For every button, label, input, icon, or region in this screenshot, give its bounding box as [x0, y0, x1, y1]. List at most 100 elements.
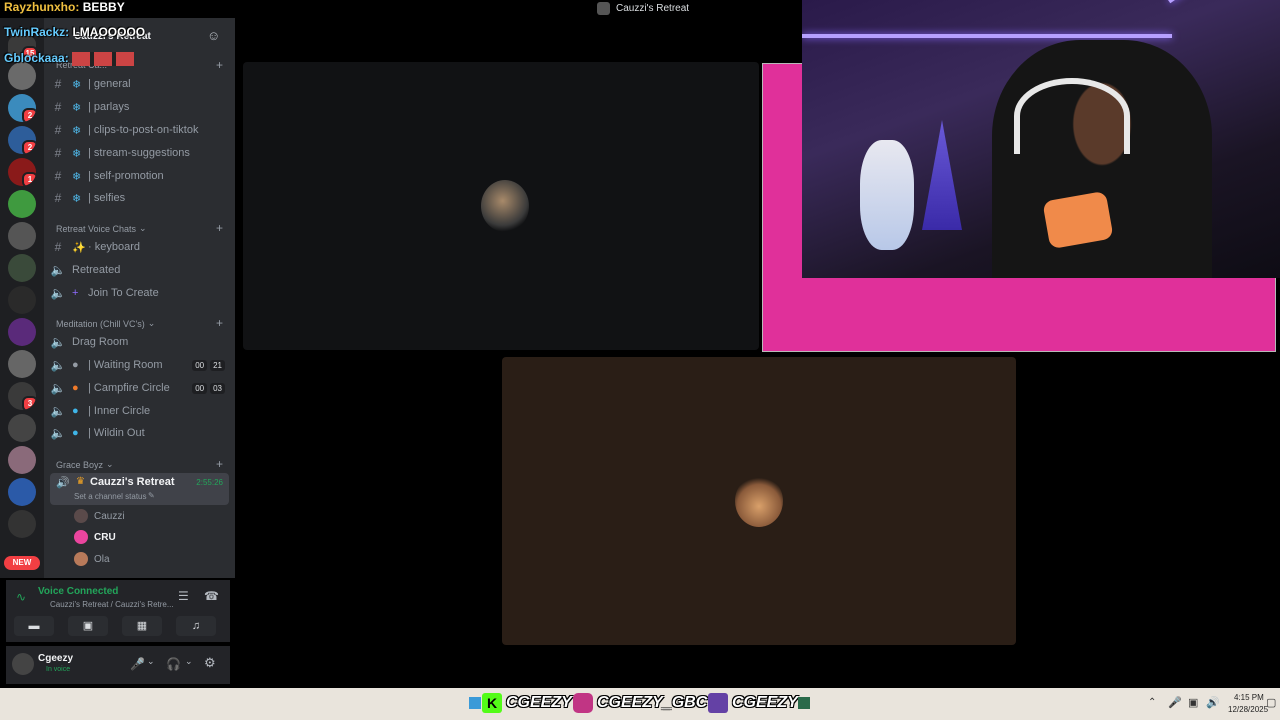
chevron-down-icon: ⌄ — [139, 223, 147, 233]
webcam-feed — [802, 0, 1280, 278]
server-icon-13[interactable] — [8, 446, 36, 474]
category-grace-boyz[interactable]: Grace Boyz ⌄ — [56, 459, 114, 470]
video-tile[interactable] — [502, 357, 1016, 645]
category-meditation[interactable]: Meditation (Chill VC's) ⌄ — [56, 318, 155, 329]
channel-drag-room[interactable]: 🔈 Drag Room — [50, 332, 225, 352]
avatar — [735, 475, 783, 527]
settings-icon[interactable]: ⚙ — [204, 655, 216, 671]
app-icon[interactable] — [798, 697, 810, 709]
channel-keyboard[interactable]: # ✨ · keyboard — [50, 237, 225, 257]
noise-suppression-icon[interactable]: ☰ — [178, 589, 189, 603]
video-tile[interactable] — [243, 62, 759, 350]
channel-general[interactable]: # ❄ | general — [50, 74, 225, 94]
network-icon[interactable]: ▣ — [1188, 696, 1198, 709]
chevron-down-icon[interactable]: ⌄ — [185, 656, 193, 667]
camera-off-button[interactable]: ▬ — [14, 616, 54, 636]
channel-campfire-circle[interactable]: 🔈 ● | Campfire Circle 00 03 — [50, 378, 225, 398]
server-icon-14[interactable] — [8, 478, 36, 506]
server-icon-15[interactable] — [8, 510, 36, 538]
server-icon-11[interactable]: 3 — [8, 382, 36, 410]
kick-icon[interactable]: K — [482, 693, 502, 713]
add-channel-icon[interactable]: + — [216, 316, 223, 330]
server-icon-7[interactable] — [8, 254, 36, 282]
server-icon-6[interactable] — [8, 222, 36, 250]
server-icon-5[interactable] — [8, 190, 36, 218]
channel-name: Retreated — [72, 264, 121, 276]
notification-icon[interactable]: ▢ — [1266, 696, 1276, 709]
add-channel-icon[interactable]: + — [216, 221, 223, 235]
server-icon-12[interactable] — [8, 414, 36, 442]
avatar — [74, 552, 88, 566]
server-icon-10[interactable] — [8, 350, 36, 378]
hash-icon: # — [54, 169, 62, 183]
social-handle: CGEEZY — [732, 694, 798, 711]
server-icon-8[interactable] — [8, 286, 36, 314]
server-icon-3[interactable]: 2 — [8, 126, 36, 154]
voice-member[interactable]: Cauzzi — [74, 506, 249, 526]
speaker-icon: 🔈 — [50, 335, 66, 349]
category-voice-chats[interactable]: Retreat Voice Chats ⌄ — [56, 223, 147, 234]
channel-emoji-icon: ❄ — [72, 102, 82, 114]
microphone-icon[interactable]: 🎤 — [130, 657, 145, 671]
activities-button[interactable]: ▦ — [122, 616, 162, 636]
avatar[interactable] — [12, 653, 34, 675]
new-badge[interactable]: NEW — [4, 556, 40, 570]
unread-badge: 1 — [22, 172, 36, 186]
channel-status[interactable]: Set a channel status — [74, 492, 147, 501]
chevron-up-icon[interactable]: ⌃ — [1148, 697, 1156, 708]
channel-name: | self-promotion — [88, 170, 164, 182]
server-icon-1[interactable] — [8, 62, 36, 90]
channel-name: | Waiting Room — [88, 359, 163, 371]
soundboard-button[interactable]: ♫ — [176, 616, 216, 636]
chat-message: TwinRackz: LMAOOOOO — [4, 25, 145, 39]
screen-share-button[interactable]: ▣ — [68, 616, 108, 636]
volume-icon[interactable]: 🔊 — [1206, 696, 1220, 709]
channel-join-to-create[interactable]: 🔈 + Join To Create — [50, 283, 225, 303]
server-icon-2[interactable]: 2 — [8, 94, 36, 122]
channel-selfies[interactable]: # ❄ | selfies — [50, 188, 225, 208]
server-icon-4[interactable]: 1 — [8, 158, 36, 186]
speaker-icon: 🔈 — [50, 381, 66, 395]
channel-emoji-icon: ❄ — [72, 171, 82, 183]
twitch-icon[interactable] — [708, 693, 728, 713]
channel-parlays[interactable]: # ❄ | parlays — [50, 97, 225, 117]
clock-date[interactable]: 12/28/2025 — [1228, 705, 1268, 714]
channel-clips[interactable]: # ❄ | clips-to-post-on-tiktok — [50, 120, 225, 140]
voice-status[interactable]: Voice Connected — [38, 586, 118, 597]
add-member-icon[interactable]: ☺ — [207, 28, 220, 43]
active-voice-channel[interactable]: 🔊 ♛ Cauzzi's Retreat 2:55:26 Set a chann… — [50, 473, 229, 505]
unread-badge: 3 — [22, 396, 36, 410]
voice-location[interactable]: Cauzzi's Retreat / Cauzzi's Retre... — [50, 600, 174, 609]
channel-name: | Campfire Circle — [88, 382, 170, 394]
title-bar: Cauzzi's Retreat — [235, 0, 802, 18]
add-channel-icon[interactable]: + — [216, 457, 223, 471]
speaker-icon: 🔈 — [50, 426, 66, 440]
instagram-icon[interactable] — [573, 693, 593, 713]
screen-share-icon: ▣ — [82, 620, 94, 632]
voice-member[interactable]: CRU — [74, 527, 249, 547]
pencil-icon[interactable]: ✎ — [148, 491, 155, 500]
chevron-down-icon[interactable]: ⌄ — [147, 656, 155, 667]
start-icon[interactable] — [469, 697, 481, 709]
clock-time[interactable]: 4:15 PM — [1234, 693, 1264, 702]
server-icon-9[interactable] — [8, 318, 36, 346]
chat-user: TwinRackz: — [4, 25, 70, 39]
channel-self-promotion[interactable]: # ❄ | self-promotion — [50, 166, 225, 186]
hash-icon: # — [54, 191, 62, 205]
microphone-icon[interactable]: 🎤 — [1168, 696, 1182, 709]
channel-retreated[interactable]: 🔈 Retreated — [50, 260, 225, 280]
add-channel-icon[interactable]: + — [216, 58, 223, 72]
hash-icon: # — [54, 100, 62, 114]
voice-member[interactable]: Ola — [74, 549, 249, 569]
crown-icon: ♛ — [76, 476, 85, 487]
channel-stream-suggestions[interactable]: # ❄ | stream-suggestions — [50, 143, 225, 163]
headphones-icon[interactable]: 🎧 — [166, 657, 181, 671]
led-strip-right — [1168, 0, 1220, 4]
channel-waiting-room[interactable]: 🔈 ● | Waiting Room 00 21 — [50, 355, 225, 375]
speaker-icon: 🔈 — [50, 404, 66, 418]
chat-message: Gblockaaa: — [4, 51, 135, 66]
disconnect-icon[interactable]: ☎ — [204, 589, 219, 603]
channel-wildin-out[interactable]: 🔈 ● | Wildin Out — [50, 423, 225, 443]
channel-name: Join To Create — [88, 287, 159, 299]
channel-inner-circle[interactable]: 🔈 ● | Inner Circle — [50, 401, 225, 421]
